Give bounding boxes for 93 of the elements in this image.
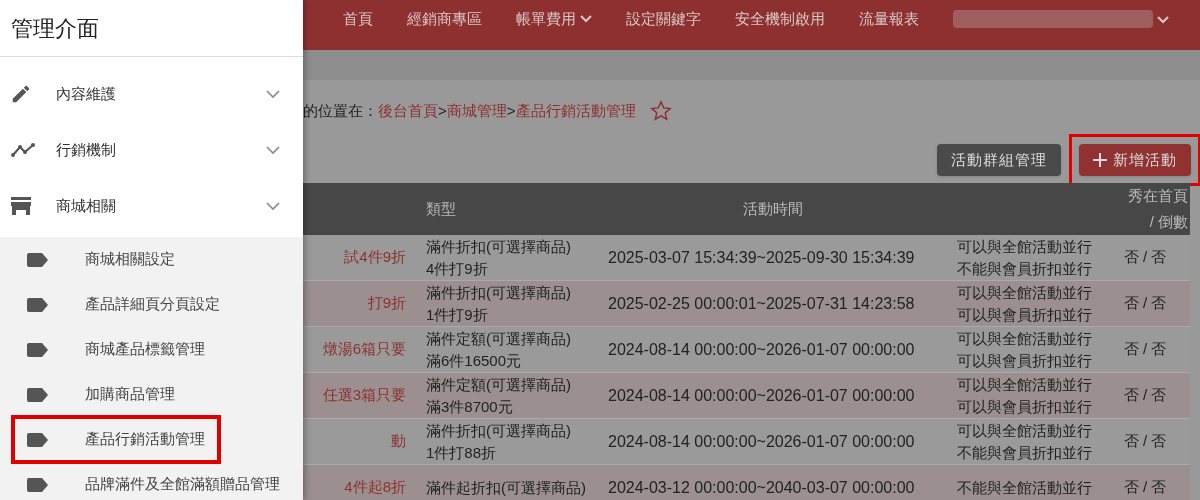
submenu-label: 商城相關設定 xyxy=(85,249,175,270)
tag-icon xyxy=(27,477,49,492)
chevron-icon xyxy=(265,201,281,211)
activity-name-link[interactable]: 任選3箱只要 xyxy=(322,384,410,407)
table-cell-text: 可以與全館活動並行 xyxy=(957,236,1093,257)
tag-icon xyxy=(27,297,49,312)
chevron-icon xyxy=(580,15,592,24)
submenu-item[interactable]: 加購商品管理 xyxy=(13,372,189,417)
table-cell-text: 2024-03-12 00:00:00~2040-03-07 00:00:00 xyxy=(607,477,916,498)
table-cell-text: 滿件定額(可選擇商品) xyxy=(426,328,572,349)
table-cell-text: 可以與會員折扣並行 xyxy=(957,396,1093,417)
submenu-label: 加購商品管理 xyxy=(85,384,175,405)
breadcrumb-separator: > xyxy=(506,100,516,121)
sidebar-group-item[interactable]: 內容維護 xyxy=(0,66,303,122)
table-cell-text: 可以與全館活動並行 xyxy=(957,282,1093,303)
breadcrumb-prefix: 的位置在： xyxy=(303,100,378,121)
submenu-label: 品牌滿件及全館滿額贈品管理 xyxy=(85,474,280,495)
breadcrumb-separator: > xyxy=(438,100,447,121)
star-icon[interactable] xyxy=(649,100,672,122)
submenu-item[interactable]: 產品行銷活動管理 xyxy=(13,417,219,462)
table-cell-text: 滿件定額(可選擇商品) xyxy=(426,374,572,395)
submenu-item[interactable]: 商城產品標籤管理 xyxy=(13,327,219,372)
table-cell-text: 滿3件8700元 xyxy=(426,396,514,417)
pencil-icon xyxy=(10,83,32,105)
column-header: 秀在首頁 xyxy=(1128,186,1188,206)
table-cell-text: 否 / 否 xyxy=(1122,431,1168,452)
table-cell-text: 否 / 否 xyxy=(1122,293,1168,314)
table-cell-text: 滿6件16500元 xyxy=(426,350,523,371)
table-cell-text: 滿件起折扣(可選擇商品) xyxy=(426,477,587,498)
activity-name-link[interactable]: 打9折 xyxy=(367,292,410,315)
breadcrumb-link[interactable]: 產品行銷活動管理 xyxy=(515,99,636,123)
table-cell-text: 4件打9折 xyxy=(426,258,489,279)
table-cell-text: 否 / 否 xyxy=(1122,247,1168,268)
table-cell-text: 滿件折扣(可選擇商品) xyxy=(426,236,572,257)
table-cell-text: 不能與會員折扣並行 xyxy=(957,442,1093,463)
breadcrumb-link[interactable]: 後台首頁 xyxy=(378,99,438,123)
table-cell-text: 不能與全館活動並行 xyxy=(957,477,1093,498)
table-cell-text: 可以與會員折扣並行 xyxy=(957,350,1093,371)
table-cell-text: 否 / 否 xyxy=(1122,385,1168,406)
sidebar-group-label: 行銷機制 xyxy=(56,139,117,160)
submenu-label: 產品行銷活動管理 xyxy=(85,429,205,450)
table-cell-text: 否 / 否 xyxy=(1122,477,1168,498)
table-cell-text: 可以與全館活動並行 xyxy=(957,420,1093,441)
column-header: 類型 xyxy=(425,198,457,219)
table-cell-text: 1件打88折 xyxy=(426,442,498,463)
sidebar-group-item[interactable]: 行銷機制 xyxy=(0,122,303,178)
tag-icon xyxy=(27,342,49,357)
table-cell-text: 不能與會員折扣並行 xyxy=(957,258,1093,279)
submenu-label: 商城產品標籤管理 xyxy=(85,339,205,360)
tag-icon xyxy=(27,432,49,447)
submenu-item[interactable]: 品牌滿件及全館滿額贈品管理 xyxy=(13,462,294,500)
submenu-item[interactable]: 產品詳細頁分頁設定 xyxy=(13,282,234,327)
tag-icon xyxy=(27,252,49,267)
sidebar-title: 管理介面 xyxy=(11,14,99,43)
nav-link[interactable]: 設定關鍵字 xyxy=(626,8,701,31)
activity-name-link[interactable]: 動 xyxy=(391,430,410,453)
activity-name-link[interactable]: 試4件9折 xyxy=(344,246,410,269)
group-manage-button[interactable]: 活動群組管理 xyxy=(937,144,1061,176)
tag-icon xyxy=(27,387,49,402)
chevron-icon xyxy=(1157,16,1169,24)
nav-link[interactable]: 帳單費用 xyxy=(516,8,592,31)
table-cell-text: 可以與全館活動並行 xyxy=(957,328,1093,349)
chevron-icon xyxy=(265,89,281,99)
table-cell-text: 可以與會員折扣並行 xyxy=(957,304,1093,325)
activity-name-link[interactable]: 燉湯6箱只要 xyxy=(322,338,410,361)
table-cell-text: 2024-08-14 00:00:00~2026-01-07 00:00:00 xyxy=(607,385,916,406)
table-cell-text: 1件打9折 xyxy=(426,304,489,325)
column-header: 活動時間 xyxy=(741,198,804,219)
table-cell-text: 2025-03-07 15:34:39~2025-09-30 15:34:39 xyxy=(607,247,916,268)
chevron-icon xyxy=(265,145,281,155)
table-cell-text: 2024-08-14 00:00:00~2026-01-07 00:00:00 xyxy=(607,431,916,452)
submenu-label: 產品詳細頁分頁設定 xyxy=(85,294,220,315)
table-cell-text: 否 / 否 xyxy=(1122,339,1168,360)
column-header: / 倒數 xyxy=(1149,212,1188,232)
table-cell-text: 2024-08-14 00:00:00~2026-01-07 00:00:00 xyxy=(607,339,916,360)
activity-name-link[interactable]: 4件起8折 xyxy=(344,476,410,499)
nav-link[interactable]: 首頁 xyxy=(343,8,373,31)
sidebar-group-label: 內容維護 xyxy=(56,83,117,104)
nav-link[interactable]: 安全機制啟用 xyxy=(735,8,825,31)
table-cell-text: 可以與全館活動並行 xyxy=(957,374,1093,395)
sidebar-group-item[interactable]: 商城相關 xyxy=(0,178,303,234)
table-cell-text: 滿件折扣(可選擇商品) xyxy=(426,420,572,441)
plus-icon xyxy=(1093,153,1107,167)
submenu-item[interactable]: 商城相關設定 xyxy=(13,237,189,282)
line-chart-icon xyxy=(10,142,36,158)
breadcrumb-link[interactable]: 商城管理 xyxy=(446,99,507,123)
add-activity-button[interactable]: 新增活動 xyxy=(1079,144,1191,176)
nav-link[interactable]: 流量報表 xyxy=(859,8,919,31)
store-icon xyxy=(10,196,32,216)
table-cell-text: 滿件折扣(可選擇商品) xyxy=(426,282,572,303)
sidebar-group-label: 商城相關 xyxy=(56,195,117,216)
nav-link[interactable]: 經銷商專區 xyxy=(407,8,482,31)
table-cell-text: 2025-02-25 00:00:01~2025-07-31 14:23:58 xyxy=(607,293,916,314)
